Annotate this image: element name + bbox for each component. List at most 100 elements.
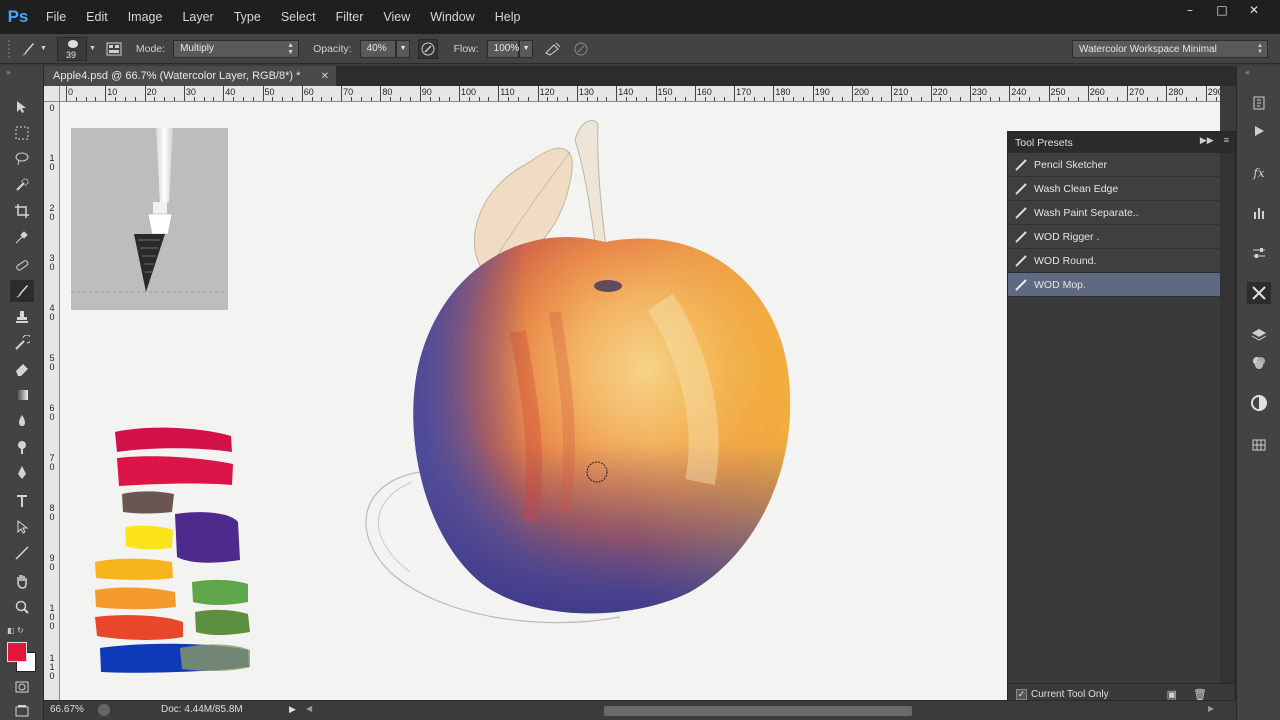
collapse-arrows-icon[interactable]: » <box>6 68 11 77</box>
brush-size-picker[interactable]: 39 <box>56 36 87 61</box>
grip-handle[interactable] <box>8 39 16 58</box>
ruler-minor-tick <box>596 97 598 101</box>
ruler-label: 170 <box>736 87 752 97</box>
screen-mode-icon[interactable] <box>10 700 34 720</box>
horizontal-scrollbar-thumb[interactable] <box>604 706 912 716</box>
flow-input[interactable]: 100% <box>486 39 520 58</box>
preset-list-scrollbar[interactable] <box>1220 153 1235 683</box>
panel-menu-icon[interactable]: ≡ <box>1224 135 1229 145</box>
pressure-size-icon[interactable] <box>571 39 591 59</box>
quick-mask-icon[interactable] <box>10 676 34 698</box>
ruler-minor-tick <box>999 97 1001 101</box>
vertical-ruler[interactable]: 0102030405060708090100110120 <box>44 86 60 700</box>
menu-image[interactable]: Image <box>118 10 173 24</box>
collapse-arrows-icon[interactable]: « <box>1245 68 1250 77</box>
blur-tool-icon[interactable] <box>10 410 34 432</box>
menu-view[interactable]: View <box>373 10 420 24</box>
menu-type[interactable]: Type <box>224 10 271 24</box>
marquee-tool-icon[interactable] <box>10 122 34 144</box>
mode-select[interactable]: Multiply ▲ ▼ <box>173 39 300 58</box>
line-tool-icon[interactable] <box>10 542 34 564</box>
eraser-tool-icon[interactable] <box>10 358 34 380</box>
menu-file[interactable]: File <box>36 10 76 24</box>
default-colors-icon[interactable]: ◧ ↻ <box>7 626 24 635</box>
hand-tool-icon[interactable] <box>10 570 34 592</box>
history-panel-icon[interactable] <box>1247 92 1271 114</box>
healing-brush-tool-icon[interactable] <box>10 254 34 276</box>
eyedropper-tool-icon[interactable] <box>10 226 34 248</box>
quick-selection-tool-icon[interactable] <box>10 174 34 196</box>
menu-select[interactable]: Select <box>271 10 326 24</box>
tool-presets-icon[interactable] <box>1247 282 1271 304</box>
ruler-tick <box>1087 86 1089 101</box>
path-selection-tool-icon[interactable] <box>10 516 34 538</box>
clone-stamp-tool-icon[interactable] <box>10 306 34 328</box>
tool-presets-header[interactable]: Tool Presets ▶▶ ≡ <box>1008 132 1235 153</box>
ruler-tick <box>734 86 736 101</box>
menu-filter[interactable]: Filter <box>326 10 374 24</box>
document-tab[interactable]: Apple4.psd @ 66.7% (Watercolor Layer, RG… <box>44 66 336 86</box>
styles-fx-icon[interactable]: fx <box>1247 162 1271 184</box>
layers-icon[interactable] <box>1247 324 1271 346</box>
brush-settings-icon[interactable] <box>1247 242 1271 264</box>
menu-layer[interactable]: Layer <box>172 10 223 24</box>
scroll-left-arrow-icon[interactable]: ◀ <box>306 704 312 713</box>
preset-label: Wash Paint Separate.. <box>1034 206 1139 219</box>
ruler-minor-tick <box>645 97 647 101</box>
adjustments-icon[interactable] <box>1247 392 1271 414</box>
chevron-down-icon[interactable]: ▼ <box>40 45 47 52</box>
status-info-icon[interactable] <box>98 704 110 716</box>
ruler-minor-tick <box>193 97 195 101</box>
close-tab-icon[interactable]: ✕ <box>321 71 329 82</box>
opacity-dropdown[interactable]: ▼ <box>395 39 410 58</box>
type-tool-icon[interactable] <box>10 490 34 512</box>
opacity-input[interactable]: 40% <box>359 39 396 58</box>
preset-item[interactable]: Wash Clean Edge <box>1008 177 1220 201</box>
swatches-grid-icon[interactable] <box>1247 434 1271 456</box>
horizontal-ruler[interactable]: 0 10 20 30 40 50 60 70 80 90 100 110 120 130 140 150 160… <box>60 86 1220 102</box>
scroll-right-arrow-icon[interactable]: ▶ <box>1208 704 1214 713</box>
lasso-tool-icon[interactable] <box>10 148 34 170</box>
preset-item[interactable]: Wash Paint Separate.. <box>1008 201 1220 225</box>
collapse-panel-icon[interactable]: ▶▶ <box>1200 135 1214 145</box>
actions-play-icon[interactable] <box>1247 120 1271 142</box>
preset-item[interactable]: Pencil Sketcher <box>1008 153 1220 177</box>
status-menu-arrow-icon[interactable]: ▶ <box>289 704 296 715</box>
close-button[interactable]: ✕ <box>1238 0 1270 20</box>
preset-item-selected[interactable]: WOD Mop. <box>1008 273 1220 297</box>
airbrush-icon[interactable] <box>543 39 563 59</box>
ruler-minor-tick <box>665 97 667 101</box>
menu-help[interactable]: Help <box>485 10 531 24</box>
gradient-tool-icon[interactable] <box>10 384 34 406</box>
document-tab-bar: Apple4.psd @ 66.7% (Watercolor Layer, RG… <box>44 66 1236 86</box>
ruler-origin[interactable] <box>44 86 60 102</box>
flow-dropdown[interactable]: ▼ <box>518 39 533 58</box>
crop-tool-icon[interactable] <box>10 200 34 222</box>
ruler-label: 10 <box>49 153 55 172</box>
zoom-tool-icon[interactable] <box>10 596 34 618</box>
move-tool-icon[interactable] <box>10 96 34 118</box>
menu-edit[interactable]: Edit <box>76 10 118 24</box>
pen-tool-icon[interactable] <box>10 462 34 484</box>
minimize-button[interactable]: – <box>1174 0 1206 20</box>
flow-value: 100% <box>493 43 520 54</box>
preset-item[interactable]: WOD Rigger . <box>1008 225 1220 249</box>
current-tool-only-checkbox[interactable]: ✓ <box>1016 689 1027 700</box>
brush-panel-toggle-icon[interactable] <box>104 39 124 59</box>
panel-title: Tool Presets <box>1015 136 1073 149</box>
zoom-level[interactable]: 66.67% <box>50 704 84 715</box>
chevron-down-icon[interactable]: ▼ <box>89 45 96 52</box>
maximize-button[interactable]: □ <box>1206 0 1238 20</box>
menu-window[interactable]: Window <box>420 10 484 24</box>
preset-item[interactable]: WOD Round. <box>1008 249 1220 273</box>
workspace-select[interactable]: Watercolor Workspace Minimal ▲ ▼ <box>1072 40 1268 58</box>
dodge-tool-icon[interactable] <box>10 436 34 458</box>
ruler-label: 60 <box>49 403 55 422</box>
foreground-color-swatch[interactable] <box>7 642 27 662</box>
channels-icon[interactable] <box>1247 352 1271 374</box>
history-brush-tool-icon[interactable] <box>10 332 34 354</box>
brush-tool-icon[interactable] <box>18 39 38 59</box>
pressure-opacity-icon[interactable] <box>417 38 438 59</box>
brush-presets-icon[interactable] <box>1247 202 1271 224</box>
brush-tool-icon[interactable] <box>10 280 34 302</box>
